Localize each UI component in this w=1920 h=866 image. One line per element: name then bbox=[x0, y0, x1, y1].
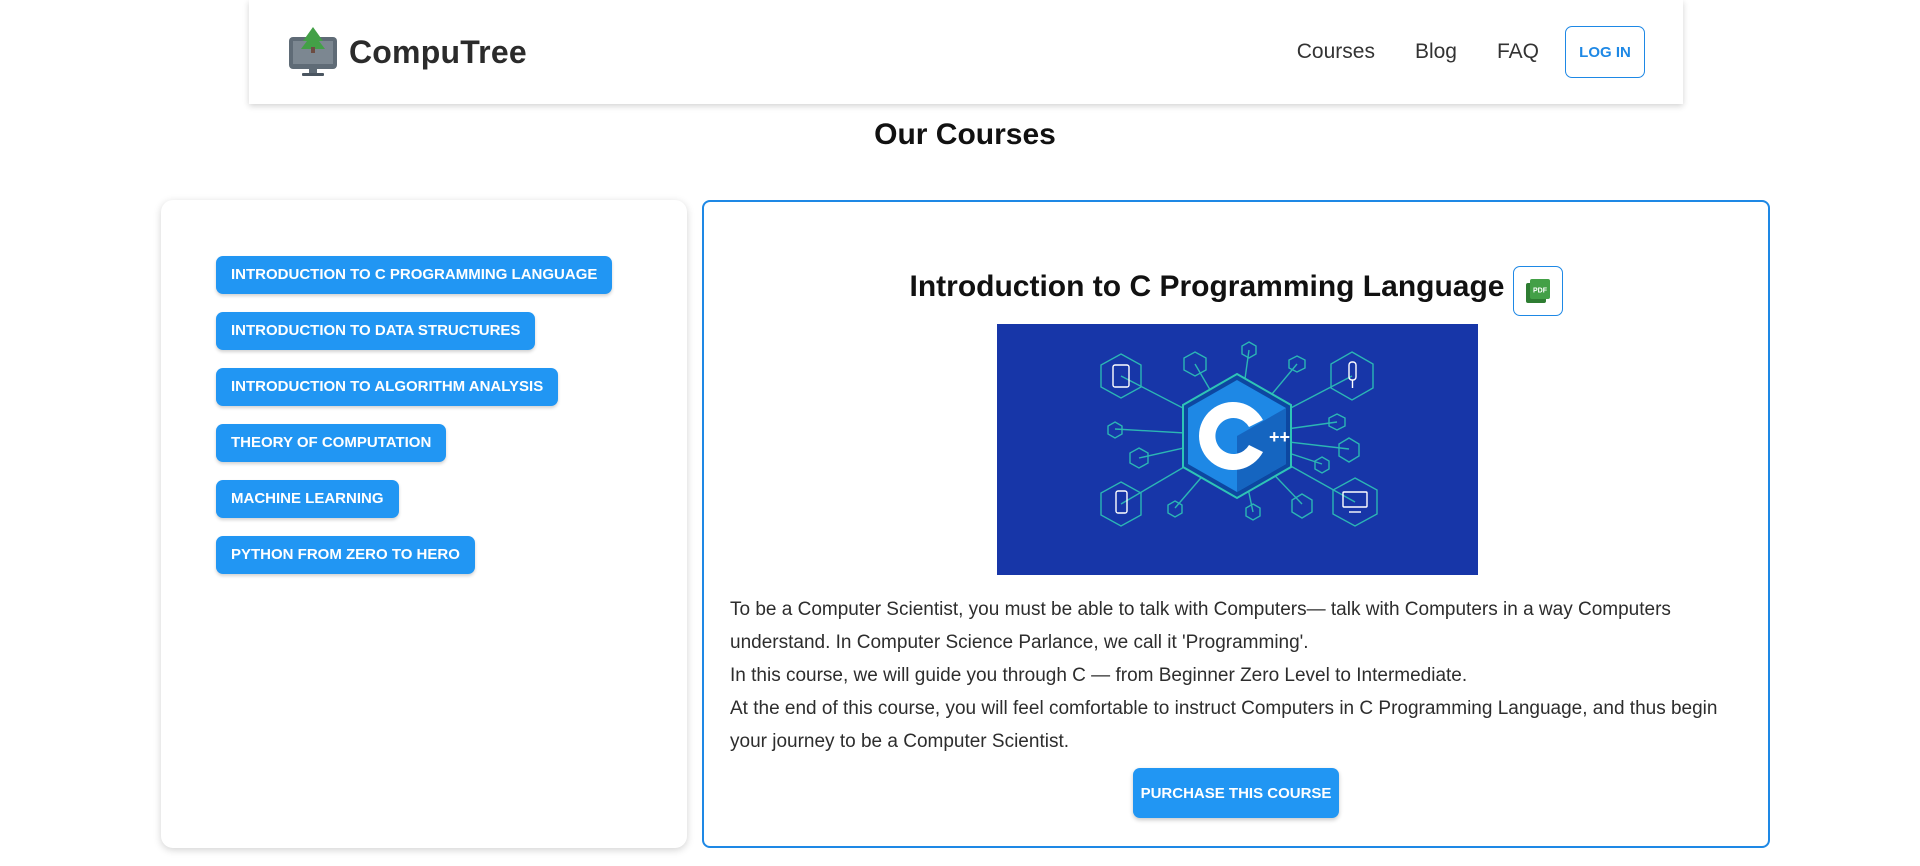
course-item-algorithm-analysis[interactable]: INTRODUCTION TO ALGORITHM ANALYSIS bbox=[216, 368, 559, 406]
pdf-icon: PDF bbox=[1525, 279, 1550, 303]
page-title: Our Courses bbox=[874, 118, 1056, 151]
brand-link[interactable]: CompuTree bbox=[287, 27, 527, 77]
course-item-machine-learning[interactable]: MACHINE LEARNING bbox=[216, 480, 399, 518]
login-button[interactable]: LOG IN bbox=[1565, 26, 1645, 78]
course-header: Introduction to C Programming Language P… bbox=[704, 258, 1768, 316]
course-detail: Introduction to C Programming Language P… bbox=[702, 200, 1770, 848]
svg-text:++: ++ bbox=[1269, 427, 1290, 447]
nav-blog[interactable]: Blog bbox=[1395, 40, 1477, 64]
course-title: Introduction to C Programming Language bbox=[909, 270, 1505, 303]
svg-text:PDF: PDF bbox=[1533, 288, 1548, 295]
nav-faq[interactable]: FAQ bbox=[1477, 40, 1559, 64]
course-item-theory-of-computation[interactable]: THEORY OF COMPUTATION bbox=[216, 424, 447, 462]
description-paragraph: In this course, we will guide you throug… bbox=[730, 665, 1468, 686]
course-item-c-programming[interactable]: INTRODUCTION TO C PROGRAMMING LANGUAGE bbox=[216, 256, 613, 294]
course-list: INTRODUCTION TO C PROGRAMMING LANGUAGE I… bbox=[161, 200, 687, 848]
course-item-python[interactable]: PYTHON FROM ZERO TO HERO bbox=[216, 536, 475, 574]
purchase-course-button[interactable]: PURCHASE THIS COURSE bbox=[1133, 768, 1339, 818]
computer-tree-icon bbox=[289, 27, 337, 76]
nav-links: Courses Blog FAQ LOG IN bbox=[1277, 26, 1645, 78]
course-item-data-structures[interactable]: INTRODUCTION TO DATA STRUCTURES bbox=[216, 312, 536, 350]
brand-name: CompuTree bbox=[349, 33, 527, 70]
cpp-logo-icon: ++ bbox=[997, 324, 1478, 575]
navbar: CompuTree Courses Blog FAQ LOG IN bbox=[249, 0, 1683, 104]
description-paragraph: To be a Computer Scientist, you must be … bbox=[730, 599, 1671, 653]
description-paragraph: At the end of this course, you will feel… bbox=[730, 698, 1718, 752]
course-description: To be a Computer Scientist, you must be … bbox=[730, 593, 1724, 758]
course-image: ++ bbox=[997, 324, 1478, 575]
pdf-download-button[interactable]: PDF bbox=[1512, 266, 1563, 316]
nav-courses[interactable]: Courses bbox=[1277, 40, 1395, 64]
